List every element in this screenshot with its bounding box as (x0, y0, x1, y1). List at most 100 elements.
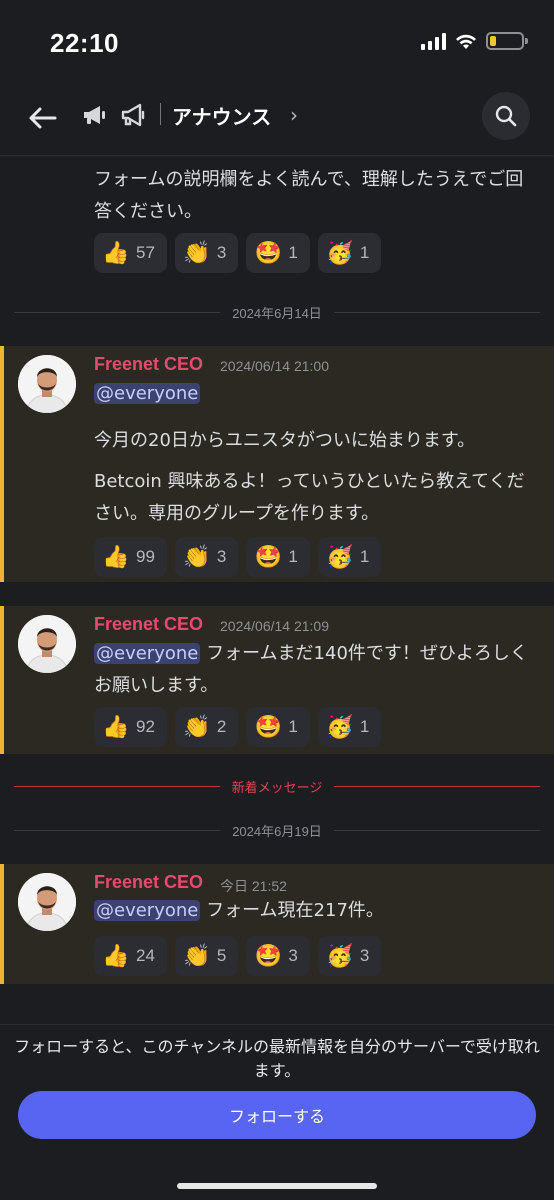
reaction-star-struck[interactable]: 🤩 1 (246, 707, 310, 747)
reaction-party[interactable]: 🥳 1 (317, 707, 382, 747)
new-messages-divider: 新着メッセージ (14, 776, 540, 796)
reaction-party[interactable]: 🥳 1 (317, 537, 382, 577)
avatar-icon (18, 615, 76, 673)
reaction-bar: 👍 57 👏 3 🤩 1 🥳 1 (94, 233, 382, 273)
highlight-bar (0, 346, 4, 582)
new-messages-label: 新着メッセージ (231, 779, 323, 795)
avatar[interactable] (18, 873, 76, 931)
title-separator (160, 103, 161, 125)
reaction-clap[interactable]: 👏 3 (174, 233, 239, 273)
clap-icon: 👏 (183, 240, 211, 266)
thumbs-up-icon: 👍 (102, 544, 130, 570)
battery-icon (486, 32, 528, 50)
follow-info-text: フォローすると、このチャンネルの最新情報を自分のサーバーで受け取れます。 (14, 1037, 540, 1080)
wifi-icon (456, 34, 476, 49)
cellular-signal-icon (421, 32, 446, 50)
star-struck-icon: 🤩 (254, 240, 283, 266)
avatar[interactable] (18, 355, 76, 413)
reaction-count: 92 (136, 717, 155, 736)
reaction-star-struck[interactable]: 🤩 1 (246, 233, 310, 273)
clap-icon: 👏 (183, 544, 211, 570)
message-text: @everyone フォームまだ140件です！ぜひよろしくお願いします。 (94, 638, 534, 702)
star-struck-icon: 🤩 (254, 544, 283, 570)
clap-icon: 👏 (183, 943, 211, 969)
home-indicator[interactable] (177, 1183, 377, 1189)
message-timestamp: 今日 21:52 (220, 878, 287, 894)
reaction-count: 5 (216, 946, 227, 965)
reaction-count: 57 (136, 243, 155, 262)
reaction-thumbs-up[interactable]: 👍 99 (94, 537, 167, 577)
message-text: 今月の20日からユニスタがついに始まります。 (94, 430, 476, 451)
status-icons (421, 32, 528, 50)
channel-type-icons (82, 102, 148, 128)
reaction-count: 1 (359, 717, 370, 736)
channel-title[interactable]: アナウンス (172, 101, 271, 130)
highlight-bar (0, 864, 4, 984)
reaction-count: 3 (359, 946, 370, 965)
megaphone-icon (84, 106, 105, 124)
reaction-count: 1 (359, 547, 370, 566)
reaction-count: 3 (216, 243, 227, 262)
reaction-party[interactable]: 🥳 1 (317, 233, 382, 273)
reaction-thumbs-up[interactable]: 👍 57 (94, 233, 167, 273)
reaction-count: 3 (288, 946, 298, 965)
avatar[interactable] (18, 615, 76, 673)
reaction-bar: 👍 92 👏 2 🤩 1 🥳 1 (94, 707, 382, 747)
mention-everyone[interactable]: @everyone (94, 383, 201, 404)
message-author[interactable]: Freenet CEO (94, 614, 203, 635)
highlight-bar (0, 606, 4, 754)
thumbs-up-icon: 👍 (102, 240, 130, 266)
date-divider-label: 2024年6月19日 (232, 823, 322, 839)
reaction-clap[interactable]: 👏 3 (174, 537, 239, 577)
party-face-icon: 🥳 (326, 943, 354, 969)
star-struck-icon: 🤩 (254, 943, 283, 969)
party-face-icon: 🥳 (326, 240, 354, 266)
message-author[interactable]: Freenet CEO (94, 872, 203, 893)
reaction-star-struck[interactable]: 🤩 1 (246, 537, 310, 577)
follow-footer: フォローすると、このチャンネルの最新情報を自分のサーバーで受け取れます。 フォロ… (0, 1024, 554, 1200)
reaction-count: 2 (216, 717, 227, 736)
date-divider: 2024年6月19日 (14, 820, 540, 840)
search-icon (495, 105, 517, 127)
mention-everyone[interactable]: @everyone (94, 900, 201, 921)
status-bar: 22:10 (0, 0, 554, 88)
reaction-thumbs-up[interactable]: 👍 24 (94, 936, 167, 976)
arrow-left-icon (29, 107, 57, 129)
search-button[interactable] (482, 92, 530, 140)
avatar-icon (18, 355, 76, 413)
mention-everyone[interactable]: @everyone (94, 643, 201, 664)
reaction-bar: 👍 24 👏 5 🤩 3 🥳 3 (94, 936, 382, 976)
message-timestamp: 2024/06/14 21:09 (220, 618, 329, 634)
reaction-bar: 👍 99 👏 3 🤩 1 🥳 1 (94, 537, 382, 577)
star-struck-icon: 🤩 (254, 714, 283, 740)
reaction-count: 3 (216, 547, 227, 566)
reaction-thumbs-up[interactable]: 👍 92 (94, 707, 167, 747)
status-time: 22:10 (50, 28, 119, 58)
message-text: @everyone フォーム現在217件。 (94, 895, 534, 927)
clap-icon: 👏 (183, 714, 211, 740)
follow-button[interactable]: フォローする (18, 1091, 536, 1139)
message-body: フォーム現在217件。 (206, 900, 384, 921)
reaction-count: 1 (288, 717, 298, 736)
thumbs-up-icon: 👍 (102, 943, 130, 969)
thumbs-up-icon: 👍 (102, 714, 130, 740)
reaction-star-struck[interactable]: 🤩 3 (246, 936, 310, 976)
reaction-count: 99 (136, 547, 155, 566)
reaction-count: 24 (136, 946, 155, 965)
message-author[interactable]: Freenet CEO (94, 354, 203, 375)
avatar-icon (18, 873, 76, 931)
message-text: @everyone (94, 378, 534, 410)
chevron-right-icon[interactable]: › (290, 103, 298, 127)
party-face-icon: 🥳 (326, 714, 354, 740)
date-divider-label: 2024年6月14日 (232, 305, 322, 321)
reaction-count: 1 (288, 243, 298, 262)
channel-header: アナウンス › (0, 88, 554, 156)
message-text: Betcoin 興味あるよ！っていうひといたら教えてください。専用のグループを作… (94, 471, 525, 524)
reaction-count: 1 (359, 243, 370, 262)
back-button[interactable] (22, 98, 62, 138)
message-timestamp: 2024/06/14 21:00 (220, 358, 329, 374)
reaction-party[interactable]: 🥳 3 (317, 936, 382, 976)
party-face-icon: 🥳 (326, 544, 354, 570)
reaction-clap[interactable]: 👏 2 (174, 707, 239, 747)
reaction-clap[interactable]: 👏 5 (174, 936, 239, 976)
